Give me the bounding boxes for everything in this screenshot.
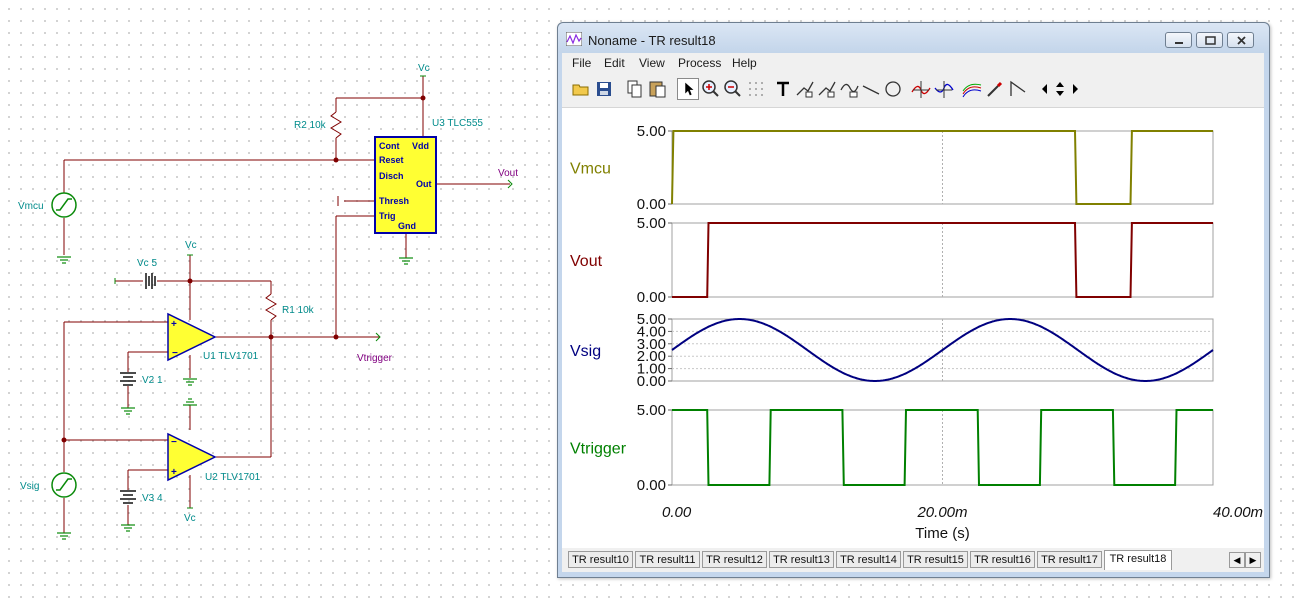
tab-tr-result11[interactable]: TR result11 xyxy=(635,551,700,568)
tab-tr-result16[interactable]: TR result16 xyxy=(970,551,1035,568)
x-tick-label: 0.00 xyxy=(662,504,692,521)
vout-ytick-label: 0.00 xyxy=(637,289,666,306)
pin-reset-label: Reset xyxy=(379,155,404,165)
save-icon[interactable] xyxy=(593,78,615,100)
vtrigger-ytick-label: 5.00 xyxy=(637,402,666,419)
circle-icon[interactable] xyxy=(882,78,904,100)
vc-top-label: Vc xyxy=(418,63,430,74)
close-button[interactable] xyxy=(1227,32,1254,48)
probe-icon[interactable] xyxy=(984,78,1006,100)
menubar: File Edit View Process Help xyxy=(562,53,1264,73)
vout-ytick-label: 5.00 xyxy=(637,215,666,232)
vmcu-ytick-label: 5.00 xyxy=(637,123,666,140)
tab-scroll-right-button[interactable]: ▶ xyxy=(1245,552,1261,568)
pin-disch-label: Disch xyxy=(379,171,404,181)
tr-result-window: Noname - TR result18 File Edit View Proc… xyxy=(557,22,1270,578)
window-titlebar[interactable]: Noname - TR result18 xyxy=(558,23,1269,53)
scroll-arrows-icon[interactable] xyxy=(1038,78,1082,100)
v2-label: V2 1 xyxy=(142,375,163,386)
pin-gnd-label: Gnd xyxy=(398,221,416,231)
r1-label: R1 10k xyxy=(282,305,315,316)
vc5-label: Vc 5 xyxy=(137,258,157,269)
v3-label: V3 4 xyxy=(142,493,163,504)
open-icon[interactable] xyxy=(570,78,592,100)
menu-edit[interactable]: Edit xyxy=(604,56,625,70)
schematic-canvas[interactable]: + − − + Vc R2 10k U3 TLC555 Vmcu Vc 5 Vc R… xyxy=(0,0,556,600)
pointer-icon[interactable] xyxy=(677,78,699,100)
plot-area[interactable]: 5.00 0.00 Vmcu 5.00 0.00 Vout 5.00 4.00 3.00 2.00… xyxy=(562,108,1264,548)
tab-tr-result13[interactable]: TR result13 xyxy=(769,551,834,568)
zoom-in-icon[interactable] xyxy=(700,78,722,100)
line-icon[interactable] xyxy=(860,78,882,100)
vtrigger-series-label: Vtrigger xyxy=(570,441,627,458)
menu-process[interactable]: Process xyxy=(678,56,721,70)
vc-mid-label: Vc xyxy=(185,240,197,251)
pin-vdd-label: Vdd xyxy=(412,141,429,151)
u2-label: U2 TLV1701 xyxy=(205,472,261,483)
pin-out-label: Out xyxy=(416,179,432,189)
x-tick-label: 40.00m xyxy=(1213,504,1263,521)
annotation-icon[interactable] xyxy=(838,78,860,100)
tab-tr-result14[interactable]: TR result14 xyxy=(836,551,901,568)
vmcu-label: Vmcu xyxy=(18,201,44,212)
curve-icon[interactable] xyxy=(961,78,983,100)
cursor-a-icon[interactable] xyxy=(910,78,932,100)
x-axis-label: Time (s) xyxy=(915,525,969,542)
vout-series-label: Vout xyxy=(570,253,603,270)
pin-cont-label: Cont xyxy=(379,141,400,151)
slope-icon[interactable] xyxy=(1007,78,1029,100)
tab-tr-result18[interactable]: TR result18 xyxy=(1104,550,1172,570)
menu-view[interactable]: View xyxy=(639,56,665,70)
r2-label: R2 10k xyxy=(294,120,327,131)
vtrigger-label: Vtrigger xyxy=(357,353,393,364)
vtrigger-ytick-label: 0.00 xyxy=(637,477,666,494)
u1-label: U1 TLV1701 xyxy=(203,351,259,362)
svg-text:+: + xyxy=(171,319,177,330)
pin-thresh-label: Thresh xyxy=(379,196,409,206)
text-icon[interactable] xyxy=(772,78,794,100)
tab-tr-result10[interactable]: TR result10 xyxy=(568,551,633,568)
menu-file[interactable]: File xyxy=(572,56,591,70)
u3-label: U3 TLC555 xyxy=(432,118,483,129)
vsig-series-label: Vsig xyxy=(570,343,601,360)
restore-button[interactable] xyxy=(1196,32,1223,48)
svg-text:−: − xyxy=(171,437,177,448)
vmcu-series-label: Vmcu xyxy=(570,161,611,178)
menu-help[interactable]: Help xyxy=(732,56,757,70)
vmcu-source[interactable] xyxy=(51,192,77,218)
close-icon xyxy=(1237,36,1246,45)
tab-tr-result17[interactable]: TR result17 xyxy=(1037,551,1102,568)
vc-bottom-label: Vc xyxy=(184,513,196,524)
window-title: Noname - TR result18 xyxy=(588,33,716,48)
app-icon xyxy=(566,32,582,46)
label-icon[interactable] xyxy=(794,78,816,100)
paste-icon[interactable] xyxy=(647,78,669,100)
pin-trig-label: Trig xyxy=(379,211,396,221)
vsig-source[interactable] xyxy=(51,472,77,498)
vmcu-ytick-label: 0.00 xyxy=(637,196,666,213)
transient-plots[interactable]: 5.000.00Vmcu5.000.00Vout5.004.003.002.00… xyxy=(562,108,1264,548)
tab-tr-result12[interactable]: TR result12 xyxy=(702,551,767,568)
minimize-button[interactable] xyxy=(1165,32,1192,48)
result-tab-bar: TR result10 TR result11 TR result12 TR r… xyxy=(562,548,1264,572)
label2-icon[interactable] xyxy=(816,78,838,100)
toolbar xyxy=(562,73,1264,108)
x-tick-label: 20.00m xyxy=(916,504,967,521)
svg-text:+: + xyxy=(171,467,177,478)
minimize-icon xyxy=(1175,42,1183,44)
cursor-b-icon[interactable] xyxy=(933,78,955,100)
restore-icon xyxy=(1205,36,1216,45)
tab-tr-result15[interactable]: TR result15 xyxy=(903,551,968,568)
zoom-out-icon[interactable] xyxy=(722,78,744,100)
vout-label: Vout xyxy=(498,168,518,179)
vsig-ytick-label: 0.00 xyxy=(637,373,666,390)
svg-text:−: − xyxy=(172,348,178,359)
copy-icon[interactable] xyxy=(624,78,646,100)
tab-scroll-left-button[interactable]: ◀ xyxy=(1229,552,1245,568)
grid-icon[interactable] xyxy=(745,78,767,100)
vsig-label: Vsig xyxy=(20,481,39,492)
